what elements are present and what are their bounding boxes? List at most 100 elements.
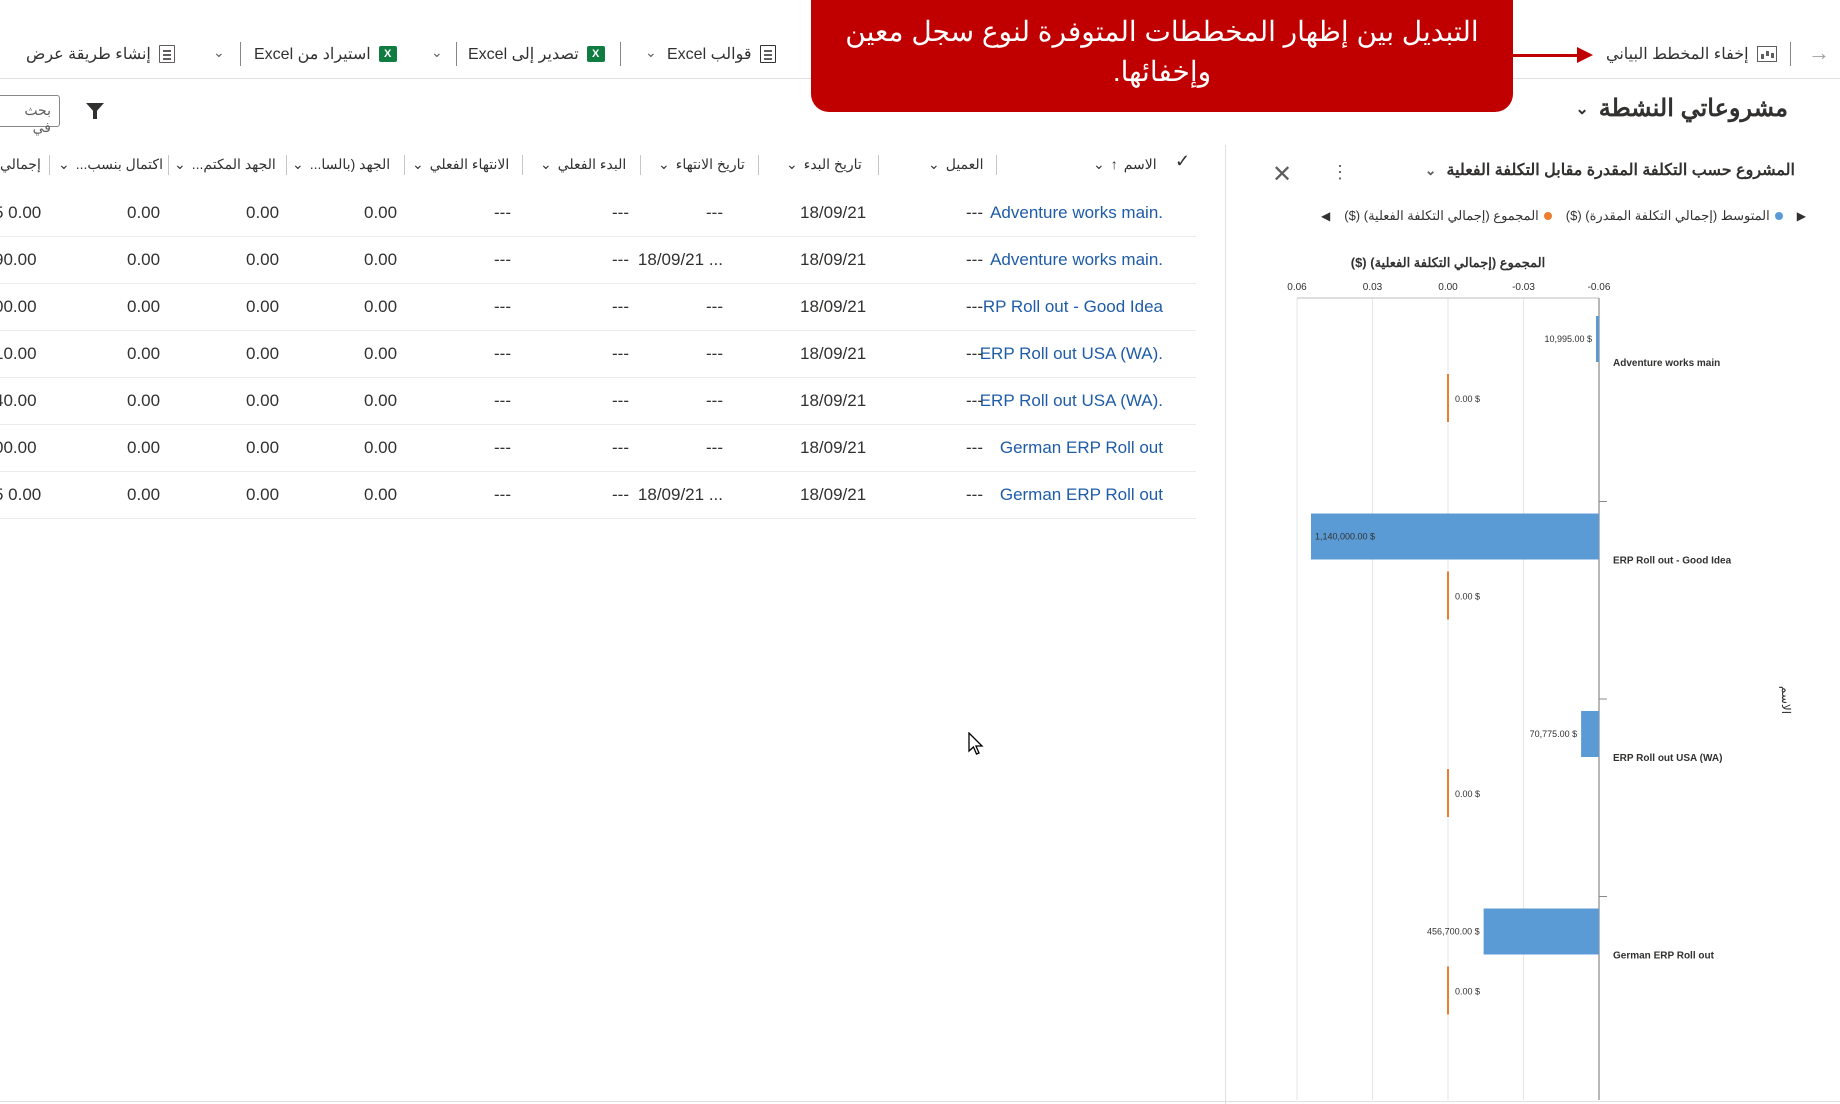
project-name-link[interactable]: German ERP Roll out [1000,485,1163,505]
chevron-down-icon: ⌄ [174,155,186,172]
data-label: 0.00 $ [1455,394,1480,404]
back-arrow-icon[interactable]: → [1808,40,1830,66]
column-header-total[interactable]: إجمالي [0,145,41,183]
project-name-link[interactable]: RP Roll out - Good Idea [983,297,1163,317]
table-row[interactable]: German ERP Roll out --- 18/09/21 --- ---… [0,425,1196,472]
chevron-down-icon[interactable]: ⌄ [431,44,443,61]
project-name-link[interactable]: ERP Roll out USA (WA). [980,344,1163,364]
percent-cell: 0.00 [127,485,161,504]
percent-cell: 0.00 [127,297,161,316]
filter-icon[interactable] [86,103,104,119]
data-label: 70,775.00 $ [1530,729,1578,739]
import-excel-label: استيراد من Excel [254,46,371,63]
hide-chart-label: إخفاء المخطط البياني [1606,46,1749,63]
effort-done-cell: 0.00 [246,297,280,316]
sort-up-icon: ↑ [1110,156,1118,172]
legend-label: المتوسط (إجمالي التكلفة المقدرة) ($) [1565,208,1770,223]
effort-cell: 0.00 [364,485,398,504]
legend-item-average[interactable]: المتوسط (إجمالي التكلفة المقدرة) ($) [1566,208,1783,224]
create-view-button[interactable]: إنشاء طريقة عرض [26,40,175,68]
excel-templates-button[interactable]: قوالب Excel [667,40,776,68]
create-view-icon [158,45,175,63]
actual-end-cell: --- [494,297,511,316]
export-excel-button[interactable]: X تصدير إلى Excel [468,40,605,68]
legend-prev-icon[interactable]: ◀ [1321,209,1330,223]
chevron-down-icon[interactable]: ⌄ [645,44,657,61]
column-header-label: البدء الفعلي [557,155,627,172]
project-name-link[interactable]: German ERP Roll out [1000,438,1163,458]
column-header-percent[interactable]: اكتمال بنسب... ⌄ [58,145,163,183]
effort-done-cell: 0.00 [246,485,280,504]
actual-end-cell: --- [494,485,511,504]
table-row[interactable]: Adventure works main. --- 18/09/21 --- -… [0,190,1196,237]
column-header-actual-end[interactable]: الانتهاء الفعلي ⌄ [412,145,509,183]
data-label: 0.00 $ [1455,987,1480,997]
close-icon[interactable]: ✕ [1272,160,1292,189]
effort-done-cell: 0.00 [246,391,280,410]
effort-cell: 0.00 [364,297,398,316]
column-header-end-date[interactable]: تاريخ الانتهاء ⌄ [658,145,745,183]
column-header-customer[interactable]: العميل ⌄ [928,145,984,183]
effort-cell: 0.00 [364,344,398,363]
column-header-name[interactable]: الاسم ↑ ⌄ [1083,145,1157,183]
column-header-effort[interactable]: الجهد (بالسا... ⌄ [292,145,390,183]
chevron-down-icon[interactable]: ⌄ [213,44,225,61]
actual-start-cell: --- [612,344,629,363]
chart-title: المشروع حسب التكلفة المقدرة مقابل التكلف… [1446,162,1795,179]
column-header-label: الجهد (بالسا... [309,155,391,172]
actual-start-cell: --- [612,485,629,504]
total-cell: 90.00 [0,250,37,269]
end-date-cell: --- [706,203,723,222]
legend-dot-orange [1543,212,1552,220]
actual-start-cell: --- [612,250,629,269]
callout-line-2: وإخفائها. [1112,56,1212,87]
actual-start-cell: --- [612,203,629,222]
total-cell: 40.00 [0,391,37,410]
start-date-cell: 18/09/21 [800,391,867,410]
column-separator [996,155,997,175]
legend-next-icon[interactable]: ▶ [1797,209,1806,223]
project-name-link[interactable]: ERP Roll out USA (WA). [980,391,1163,411]
excel-icon: X [586,46,605,62]
legend-item-sum[interactable]: المجموع (إجمالي التكلفة الفعلية) ($) [1344,208,1552,224]
start-date-cell: 18/09/21 [800,203,867,222]
customer-cell: --- [966,250,983,269]
column-header-start-date[interactable]: تاريخ البدء ⌄ [786,145,862,183]
import-excel-button[interactable]: X استيراد من Excel [254,40,397,68]
table-row[interactable]: Adventure works main. --- 18/09/21 18/09… [0,237,1196,284]
callout-arrow-head [1577,47,1593,63]
end-date-cell: --- [706,438,723,457]
bar-average [1483,908,1599,955]
total-cell: 10.00 [0,344,37,363]
search-input[interactable]: بحث في [0,95,60,135]
effort-done-cell: 0.00 [246,250,280,269]
table-row[interactable]: German ERP Roll out --- 18/09/21 18/09/2… [0,472,1196,519]
actual-end-cell: --- [494,203,511,222]
y-axis-label: الاسم [1779,686,1793,714]
more-options-icon[interactable]: ⋮ [1331,162,1349,183]
customer-cell: --- [966,391,983,410]
column-separator [286,155,287,175]
chart-legend: ▶ المتوسط (إجمالي التكلفة المقدرة) ($) ا… [1321,208,1806,224]
effort-done-cell: 0.00 [246,203,280,222]
select-all-checkmark-icon[interactable]: ✓ [1175,151,1190,172]
table-row[interactable]: ERP Roll out USA (WA). --- 18/09/21 --- … [0,331,1196,378]
chart-icon [1756,46,1777,62]
table-row[interactable]: RP Roll out - Good Idea --- 18/09/21 ---… [0,284,1196,331]
customer-cell: --- [966,203,983,222]
table-row[interactable]: ERP Roll out USA (WA). --- 18/09/21 --- … [0,378,1196,425]
percent-cell: 0.00 [127,344,161,363]
hide-chart-button[interactable]: إخفاء المخطط البياني [1606,40,1777,68]
chart-selector[interactable]: المشروع حسب التكلفة المقدرة مقابل التكلف… [1425,160,1795,180]
end-date-cell: --- [706,391,723,410]
view-selector[interactable]: مشروعاتي النشطة ⌄ [1575,94,1788,123]
bar-average [1581,711,1599,757]
column-header-label: تاريخ الانتهاء [675,155,745,172]
column-header-actual-start[interactable]: البدء الفعلي ⌄ [540,145,626,183]
column-header-effort-done[interactable]: الجهد المكتم... ⌄ [174,145,276,183]
project-name-link[interactable]: Adventure works main. [990,203,1163,223]
tick-label: 0.03 [1363,282,1383,293]
excel-icon: X [378,46,397,62]
end-date-cell: --- [706,344,723,363]
project-name-link[interactable]: Adventure works main. [990,250,1163,270]
